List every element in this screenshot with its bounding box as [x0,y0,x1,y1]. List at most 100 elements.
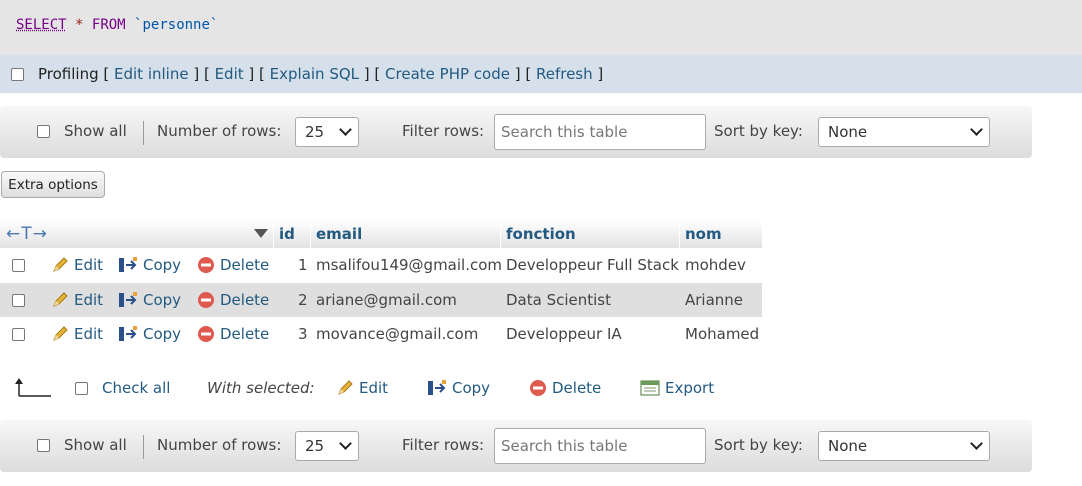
column-arrows-icon[interactable]: ←T→ [6,220,48,248]
number-of-rows-select[interactable]: 25 [295,431,359,461]
cell-nom: Mohamed [685,325,760,343]
filter-rows-input[interactable] [494,114,706,150]
edit-link[interactable]: Edit [215,65,244,83]
divider [143,435,144,459]
sql-keyword-from: FROM [91,17,126,33]
sql-star: * [75,17,84,33]
cell-nom: Arianne [685,291,744,309]
row-delete-button[interactable]: Delete [197,283,269,317]
table-row: Edit Copy Delete 2 ariane@gmail.com Data… [0,283,762,317]
bulk-edit-button[interactable]: Edit [336,379,388,397]
delete-icon [530,380,546,396]
chevron-down-icon [970,437,983,450]
bulk-edit-label: Edit [359,379,389,397]
copy-label: Copy [143,325,182,343]
edit-inline-link[interactable]: Edit inline [114,65,189,83]
delete-icon [198,292,214,308]
number-of-rows-value: 25 [305,437,325,455]
sort-by-key-select[interactable]: None [818,431,990,461]
sort-by-key-value: None [828,437,868,455]
row-edit-button[interactable]: Edit [51,283,103,317]
filter-rows-label: Filter rows: [402,436,485,454]
cell-email: movance@gmail.com [316,325,479,343]
sql-keyword-select[interactable]: SELECT [16,17,67,33]
number-of-rows-label: Number of rows: [157,436,282,454]
pencil-icon [53,257,68,272]
delete-icon [198,257,214,273]
extra-options-button[interactable]: Extra options [1,171,105,198]
cell-email: msalifou149@gmail.com [316,256,503,274]
row-copy-button[interactable]: Copy [118,317,181,351]
pencil-icon [53,326,68,341]
delete-icon [198,326,214,342]
pencil-icon [338,380,353,395]
sort-by-key-select[interactable]: None [818,117,990,147]
column-header-id[interactable]: id [279,220,295,248]
with-selected-label: With selected: [207,379,315,397]
bottom-navigation-bar: Show all Number of rows: 25 Filter rows:… [0,420,1032,472]
row-checkbox[interactable] [12,293,25,307]
row-copy-button[interactable]: Copy [118,248,181,282]
row-checkbox[interactable] [12,258,25,272]
show-all-checkbox[interactable] [37,438,50,452]
filter-rows-input[interactable] [494,428,706,464]
top-navigation-bar: Show all Number of rows: 25 Filter rows:… [0,106,1032,158]
sort-by-key-label: Sort by key: [714,436,803,454]
sql-table-name: `personne` [134,17,219,33]
export-icon [640,380,660,396]
column-header-nom[interactable]: nom [685,220,722,248]
column-header-email[interactable]: email [316,220,362,248]
chevron-down-icon [970,123,983,136]
table-row: Edit Copy Delete 1 msalifou149@gmail.com… [0,248,762,282]
cell-id: 3 [298,325,308,343]
bulk-copy-button[interactable]: Copy [427,379,490,397]
table-row: Edit Copy Delete 3 movance@gmail.com Dev… [0,317,762,351]
create-php-code-link[interactable]: Create PHP code [385,65,510,83]
table-header: ←T→ id email fonction nom [0,220,762,248]
cell-fonction: Developpeur Full Stack [506,256,679,274]
bulk-copy-label: Copy [452,379,491,397]
bulk-delete-button[interactable]: Delete [529,379,601,397]
row-copy-button[interactable]: Copy [118,283,181,317]
delete-label: Delete [220,256,270,274]
sort-by-key-label: Sort by key: [714,122,803,140]
cell-fonction: Data Scientist [506,291,611,309]
sort-arrow-icon[interactable] [254,229,268,238]
profiling-label: Profiling [38,65,99,83]
pencil-icon [53,292,68,307]
divider [143,121,144,145]
sql-query: SELECT * FROM `personne` [16,17,218,33]
number-of-rows-select[interactable]: 25 [295,117,359,147]
check-all-label[interactable]: Check all [102,379,170,397]
refresh-link[interactable]: Refresh [536,65,593,83]
filter-rows-label: Filter rows: [402,122,485,140]
bulk-export-button[interactable]: Export [640,379,714,397]
column-header-fonction[interactable]: fonction [506,220,576,248]
bulk-delete-label: Delete [552,379,602,397]
cell-fonction: Developpeur IA [506,325,622,343]
number-of-rows-value: 25 [305,123,325,141]
row-edit-button[interactable]: Edit [51,248,103,282]
copy-icon [119,292,137,307]
cell-id: 2 [298,291,308,309]
cell-id: 1 [298,256,308,274]
profiling-checkbox[interactable] [11,67,24,81]
show-all-label: Show all [64,436,127,454]
edit-label: Edit [74,325,104,343]
row-checkbox[interactable] [12,327,25,341]
row-edit-button[interactable]: Edit [51,317,103,351]
chevron-down-icon [339,437,352,450]
check-all-checkbox[interactable] [75,381,88,395]
explain-sql-link[interactable]: Explain SQL [270,65,359,83]
edit-label: Edit [74,256,104,274]
arrow-up-left-icon [15,378,51,397]
copy-icon [119,257,137,272]
copy-label: Copy [143,256,182,274]
delete-label: Delete [220,325,270,343]
cell-nom: mohdev [685,256,746,274]
show-all-checkbox[interactable] [37,124,50,138]
row-delete-button[interactable]: Delete [197,317,269,351]
copy-icon [119,326,137,341]
show-all-label: Show all [64,122,127,140]
row-delete-button[interactable]: Delete [197,248,269,282]
